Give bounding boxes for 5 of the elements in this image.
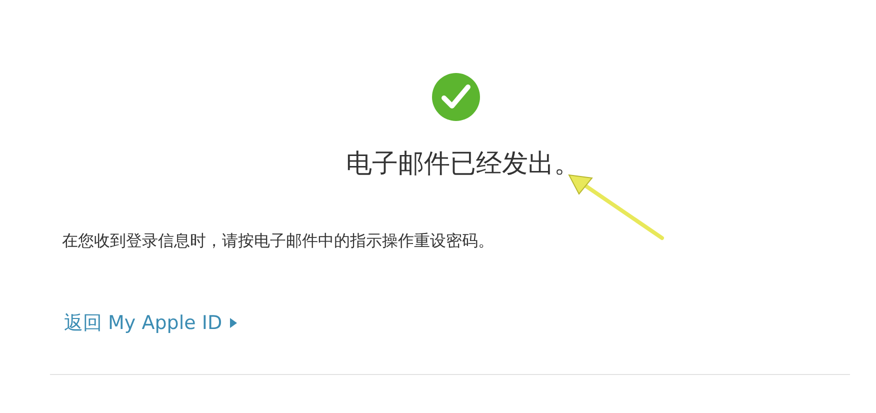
success-check-icon [431,72,481,122]
status-message: 在您收到登录信息时，请按电子邮件中的指示操作重设密码。 [62,231,495,252]
back-link[interactable]: 返回 My Apple ID [64,310,238,336]
status-title: 电子邮件已经发出。 [346,148,580,181]
caret-icon [230,318,238,328]
